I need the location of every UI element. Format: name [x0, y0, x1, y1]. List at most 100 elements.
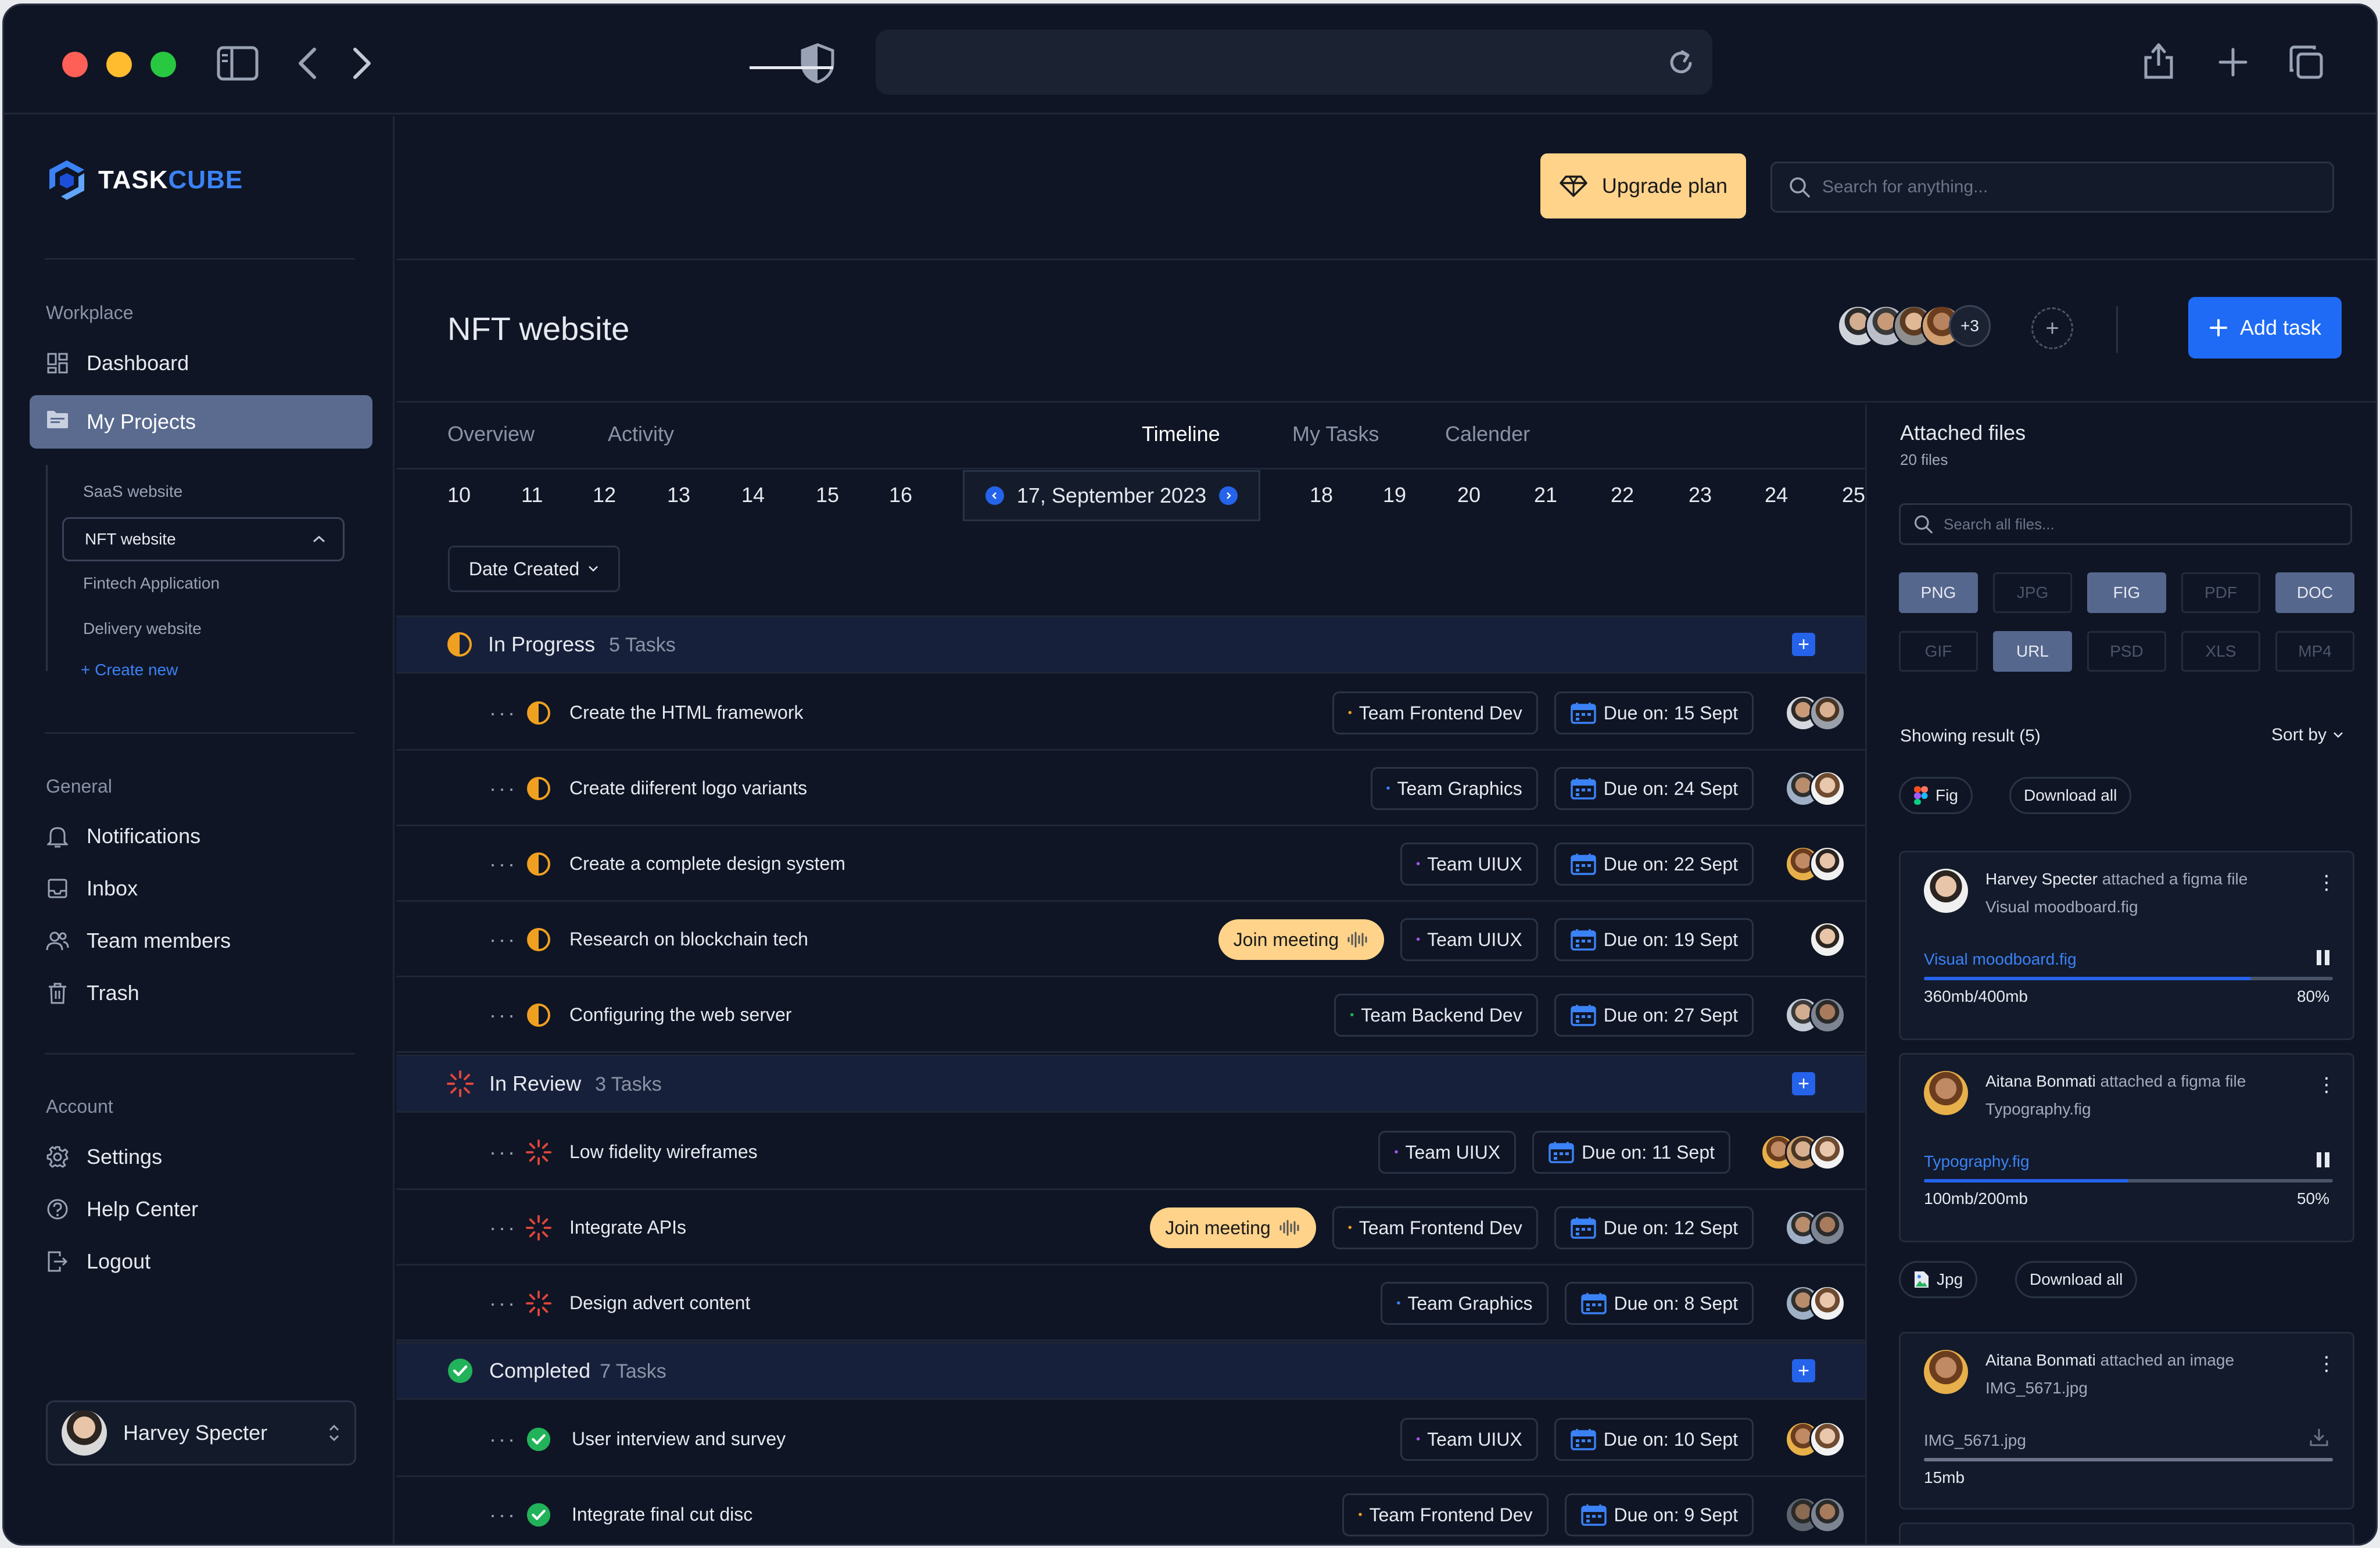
pause-icon[interactable]	[2317, 950, 2329, 965]
global-search-input[interactable]: Search for anything...	[1770, 162, 2334, 213]
assignee-avatars[interactable]	[1770, 1285, 1845, 1321]
more-icon[interactable]: ···	[489, 1003, 517, 1027]
file-card[interactable]	[1899, 1522, 2354, 1544]
task-row[interactable]: ··· Low fidelity wireframes • Team UIUX D…	[396, 1115, 1865, 1190]
address-bar[interactable]	[876, 30, 1712, 95]
day-20[interactable]: 20	[1457, 483, 1481, 507]
tab-timeline[interactable]: Timeline	[1142, 422, 1220, 446]
day-15[interactable]: 15	[816, 483, 839, 507]
reload-icon[interactable]	[1667, 48, 1695, 77]
assignee-avatars[interactable]	[1747, 1134, 1845, 1170]
more-vertical-icon[interactable]: ⋮	[2317, 1075, 2336, 1095]
filter-psd[interactable]: PSD	[2087, 631, 2166, 672]
filter-xls[interactable]: XLS	[2181, 631, 2260, 672]
day-21[interactable]: 21	[1534, 483, 1557, 507]
project-fintech-application[interactable]: Fintech Application	[83, 574, 220, 593]
download-all-jpg-button[interactable]: Download all	[2015, 1261, 2138, 1298]
day-18[interactable]: 18	[1310, 483, 1333, 507]
day-11[interactable]: 11	[521, 483, 543, 507]
task-row[interactable]: ··· User interview and survey • Team UIUX…	[396, 1402, 1865, 1477]
more-icon[interactable]: ···	[489, 1140, 517, 1164]
fig-group-tag[interactable]: Fig	[1899, 777, 1973, 814]
tab-calender[interactable]: Calender	[1445, 422, 1530, 446]
more-icon[interactable]: ···	[489, 701, 517, 725]
next-date-button[interactable]	[1219, 486, 1238, 505]
tab-overview-icon[interactable]	[2289, 45, 2324, 80]
nav-trash[interactable]: Trash	[46, 981, 139, 1005]
filter-png[interactable]: PNG	[1899, 572, 1978, 613]
nav-help-center[interactable]: Help Center	[46, 1197, 198, 1221]
create-new-project[interactable]: + Create new	[81, 661, 178, 679]
file-card[interactable]: Aitana Bonmati attached an image IMG_567…	[1899, 1332, 2354, 1510]
day-16[interactable]: 16	[889, 483, 912, 507]
file-card[interactable]: Harvey Specter attached a figma file Vis…	[1899, 851, 2354, 1040]
filter-mp4[interactable]: MP4	[2275, 631, 2354, 672]
file-link[interactable]: Visual moodboard.fig	[1924, 950, 2077, 969]
task-row[interactable]: ··· Create the HTML framework • Team Fron…	[396, 675, 1865, 751]
day-25[interactable]: 25	[1842, 483, 1865, 507]
filter-fig[interactable]: FIG	[2087, 572, 2166, 613]
assignee-avatars[interactable]	[1770, 1421, 1845, 1457]
download-all-fig-button[interactable]: Download all	[2009, 777, 2132, 814]
more-icon[interactable]: ···	[489, 1427, 517, 1452]
day-13[interactable]: 13	[667, 483, 690, 507]
taskcube-logo[interactable]: TASKCUBE	[45, 158, 243, 202]
join-meeting-button[interactable]: Join meeting	[1218, 919, 1385, 960]
date-created-filter[interactable]: Date Created	[448, 546, 620, 592]
tab-activity[interactable]: Activity	[608, 422, 674, 446]
share-icon[interactable]	[2142, 41, 2175, 81]
join-meeting-button[interactable]: Join meeting	[1150, 1207, 1316, 1248]
more-icon[interactable]: ···	[489, 1291, 517, 1316]
assignee-avatars[interactable]	[1770, 997, 1845, 1033]
maximize-window-button[interactable]	[150, 52, 176, 77]
day-22[interactable]: 22	[1611, 483, 1634, 507]
project-delivery-website[interactable]: Delivery website	[83, 619, 202, 638]
project-saas-website[interactable]: SaaS website	[83, 482, 182, 501]
assignee-avatars[interactable]	[1770, 1210, 1845, 1246]
shield-icon[interactable]	[799, 42, 836, 84]
assignee-avatars[interactable]	[1770, 1497, 1845, 1533]
back-icon[interactable]	[296, 46, 319, 81]
add-task-button[interactable]: Add task	[2188, 297, 2342, 359]
file-card[interactable]: Aitana Bonmati attached a figma file Typ…	[1899, 1053, 2354, 1242]
file-search-input[interactable]: Search all files...	[1899, 503, 2352, 545]
close-window-button[interactable]	[62, 52, 88, 77]
nav-my-projects[interactable]: My Projects	[30, 395, 372, 449]
add-task-to-group-button[interactable]: +	[1792, 1072, 1815, 1095]
download-icon[interactable]	[2309, 1427, 2329, 1447]
day-24[interactable]: 24	[1765, 483, 1788, 507]
filter-jpg[interactable]: JPG	[1993, 572, 2072, 613]
upgrade-plan-button[interactable]: Upgrade plan	[1540, 153, 1746, 218]
sort-by-dropdown[interactable]: Sort by	[2271, 725, 2344, 745]
day-23[interactable]: 23	[1689, 483, 1712, 507]
more-icon[interactable]: ···	[489, 1216, 517, 1240]
more-icon[interactable]: ···	[489, 776, 517, 801]
day-19[interactable]: 19	[1383, 483, 1406, 507]
assignee-avatars[interactable]	[1770, 922, 1845, 958]
add-task-to-group-button[interactable]: +	[1792, 633, 1815, 656]
more-vertical-icon[interactable]: ⋮	[2317, 1354, 2336, 1374]
nav-team-members[interactable]: Team members	[46, 929, 231, 953]
assignee-avatars[interactable]	[1770, 846, 1845, 882]
task-row[interactable]: ··· Design advert content • Team Graphics…	[396, 1266, 1865, 1341]
new-tab-icon[interactable]	[2218, 47, 2248, 77]
task-row[interactable]: ··· Create diiferent logo variants • Team…	[396, 751, 1865, 826]
nav-settings[interactable]: Settings	[46, 1145, 162, 1169]
more-icon[interactable]: ···	[489, 927, 517, 952]
sidebar-toggle-icon[interactable]	[217, 46, 259, 81]
nav-dashboard[interactable]: Dashboard	[46, 351, 189, 375]
user-switcher[interactable]: Harvey Specter	[46, 1400, 356, 1465]
day-14[interactable]: 14	[741, 483, 765, 507]
more-vertical-icon[interactable]: ⋮	[2317, 873, 2336, 893]
forward-icon[interactable]	[350, 46, 374, 81]
filter-pdf[interactable]: PDF	[2181, 572, 2260, 613]
nav-notifications[interactable]: Notifications	[46, 824, 200, 848]
task-row[interactable]: ··· Create a complete design system • Tea…	[396, 826, 1865, 902]
task-row[interactable]: ··· Research on blockchain tech Join mee…	[396, 902, 1865, 977]
tab-overview[interactable]: Overview	[447, 422, 535, 446]
more-icon[interactable]: ···	[489, 1503, 517, 1527]
add-task-to-group-button[interactable]: +	[1792, 1359, 1815, 1382]
filter-doc[interactable]: DOC	[2275, 572, 2354, 613]
filter-url[interactable]: URL	[1993, 631, 2072, 672]
minimize-window-button[interactable]	[106, 52, 132, 77]
